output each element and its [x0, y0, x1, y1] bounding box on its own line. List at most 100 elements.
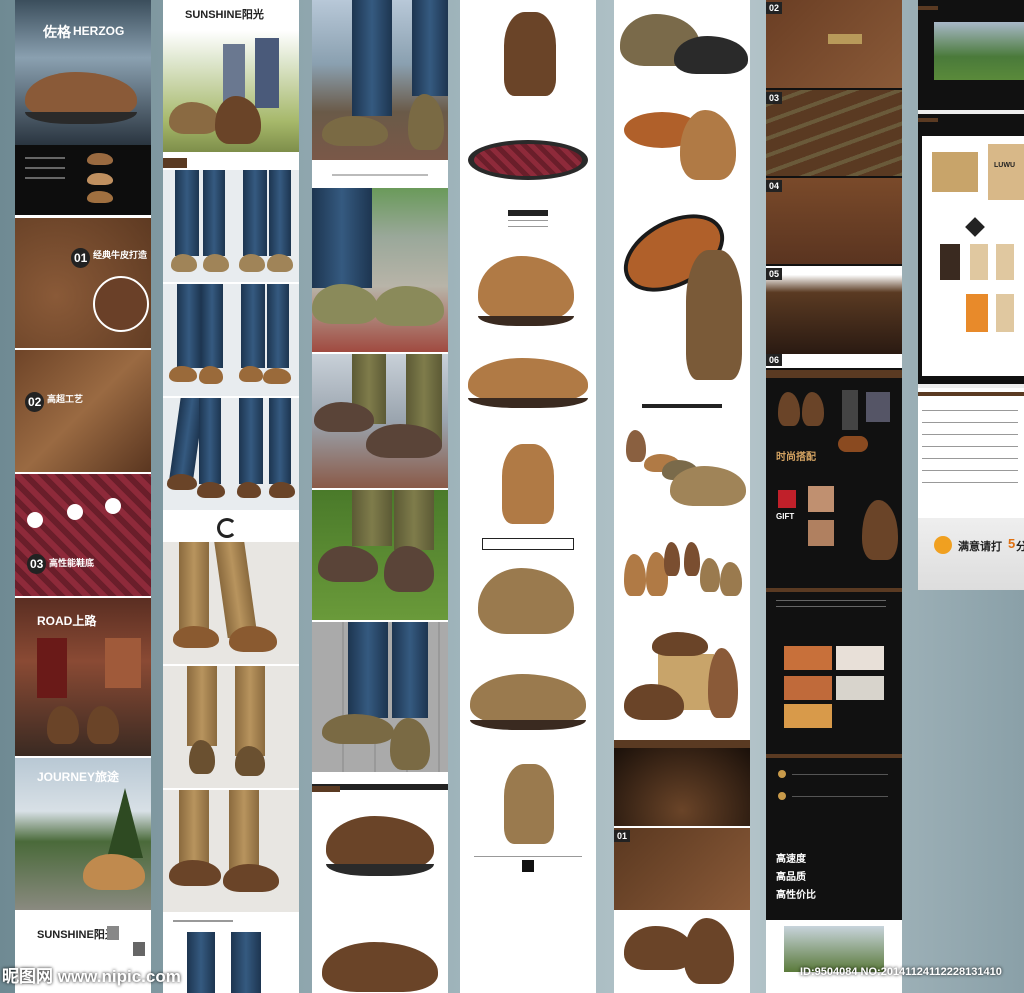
pair-view-sole — [614, 98, 750, 196]
feature-sole-panel: 03 高性能鞋底 — [15, 474, 151, 596]
lineup-view-2 — [614, 522, 750, 620]
scroll-bottom-blank — [460, 882, 596, 993]
gift-photo-2 — [808, 520, 834, 546]
jeans-shot-3 — [163, 398, 299, 510]
road-panel: ROAD上路 — [15, 598, 151, 756]
wall-sitting-shot — [312, 188, 448, 352]
couple-figure-2 — [255, 38, 279, 108]
fashion-match-title: 时尚搭配 — [776, 452, 816, 463]
product-brown-shoe-1 — [312, 798, 448, 910]
quote-strip — [312, 162, 448, 186]
sole-icon-2 — [67, 504, 83, 520]
tan-shoe-side — [460, 236, 596, 340]
hero-shoe-sole — [25, 112, 137, 124]
hero-panel: 佐格 HERZOG — [15, 0, 151, 145]
paper-bag-image: LUWU — [988, 144, 1024, 200]
gift-label: GIFT — [776, 512, 795, 521]
sole-icon-1 — [27, 512, 43, 528]
quality-value: 高性价比 — [776, 890, 816, 901]
leather-sample-1 — [784, 646, 832, 670]
blurred-face-2 — [133, 942, 145, 956]
olive-shoe-heel — [460, 754, 596, 850]
box-view — [614, 622, 750, 738]
sunshine-title-top: SUNSHINE阳光 — [185, 9, 264, 21]
detail-pair-white — [614, 912, 750, 993]
spec-shoe-1 — [87, 153, 113, 165]
sole-view — [460, 106, 596, 204]
card-image-4 — [966, 294, 988, 332]
olive-shoe-profile — [460, 656, 596, 752]
fashion-match-panel: 时尚搭配 — [766, 378, 902, 478]
notes-panel — [918, 388, 1024, 518]
sunshine-shoe-1 — [169, 102, 219, 134]
bag-item — [838, 436, 868, 452]
road-title: ROAD上路 — [37, 614, 97, 628]
spec-shoe-3 — [87, 191, 113, 203]
closeup-badge-02: 02 — [766, 2, 783, 14]
watermark-site: 昵图网 www.nipic.com — [2, 967, 181, 986]
spec-shoe-2 — [87, 173, 113, 185]
smiley-icon — [934, 536, 952, 554]
column-5-product-variants: 01 — [614, 0, 750, 993]
detail-badge-1: 01 — [614, 828, 750, 910]
jeans-shot-2 — [163, 284, 299, 396]
shoe-box-image — [932, 152, 978, 192]
rating-panel: 满意请打 5 分 — [918, 520, 1024, 590]
jeans-shot-4 — [163, 914, 299, 993]
chevron-down-icon[interactable] — [522, 860, 534, 872]
leather-sample-5 — [784, 704, 832, 728]
pine-tree — [107, 788, 143, 858]
olive-pants-shot — [312, 354, 448, 488]
rating-suffix: 分 — [1016, 541, 1024, 553]
c-logo-icon — [217, 518, 237, 538]
column-7-packaging-service: LUWU 满意请打 5 分 — [918, 0, 1024, 590]
grass-shot — [312, 490, 448, 620]
khaki-shot-2 — [163, 666, 299, 788]
detail-badge-1-num: 01 — [614, 830, 631, 842]
blurred-face-1 — [107, 926, 119, 940]
couple-figure-1 — [223, 44, 245, 104]
product-brown-shoe-2 — [312, 912, 448, 993]
khaki-shot-3 — [163, 790, 299, 912]
leather-sample-4 — [836, 676, 884, 700]
closeup-badge-05: 05 — [766, 268, 783, 280]
box-logo: LUWU — [994, 162, 1015, 169]
outline-label-strip — [460, 534, 596, 554]
storefront-window — [105, 638, 141, 688]
journey-shoe — [83, 854, 145, 890]
column-1-brand-story: 佐格 HERZOG 01 经典牛皮打造 02 高超工艺 03 高性能鞋底 ROA… — [15, 0, 151, 993]
store-header-panel — [918, 0, 1024, 110]
olive-shoe-angle — [460, 556, 596, 654]
brand-cn-title: 佐格 — [43, 24, 71, 40]
column-6-detail-closeups: 02 03 04 05 06 时尚搭配 GIFT 高速度 高品质 高性价比 — [766, 0, 902, 993]
store-photo-panel — [766, 920, 902, 993]
leather-texture-circle — [93, 276, 149, 332]
tan-shoe-profile — [460, 342, 596, 426]
pants-item — [842, 390, 858, 430]
brush-strip — [312, 774, 448, 796]
feature-leather-panel: 01 经典牛皮打造 — [15, 218, 151, 348]
spec-panel — [15, 145, 151, 215]
journey-panel: JOURNEY旅途 — [15, 758, 151, 910]
storefront-door — [37, 638, 67, 698]
watermark-id: ID:9504084 NO:20141124112228131410 — [800, 966, 1002, 978]
feature-3-number: 03 — [27, 554, 47, 574]
khaki-shot-1 — [163, 542, 299, 664]
shirt-item — [866, 392, 890, 422]
pair-view-top — [614, 0, 750, 96]
card-image-2 — [970, 244, 988, 280]
feature-1-title: 经典牛皮打造 — [93, 250, 148, 260]
closeup-badge-04: 04 — [766, 180, 783, 192]
leather-sample-3 — [784, 676, 832, 700]
divider-logo-panel — [163, 512, 299, 540]
lineup-view-1 — [614, 420, 750, 520]
feature-3-title: 高性能鞋底 — [49, 558, 95, 568]
quality-speed: 高速度 — [776, 854, 806, 865]
closeup-laces: 03 — [766, 90, 902, 176]
spec-list-panel — [460, 206, 596, 234]
feature-1-number: 01 — [71, 248, 91, 268]
sole-icon-3 — [105, 498, 121, 514]
journey-title: JOURNEY旅途 — [37, 770, 120, 784]
column-4-product-angles — [460, 0, 596, 993]
feature-2-title: 高超工艺 — [47, 394, 84, 404]
